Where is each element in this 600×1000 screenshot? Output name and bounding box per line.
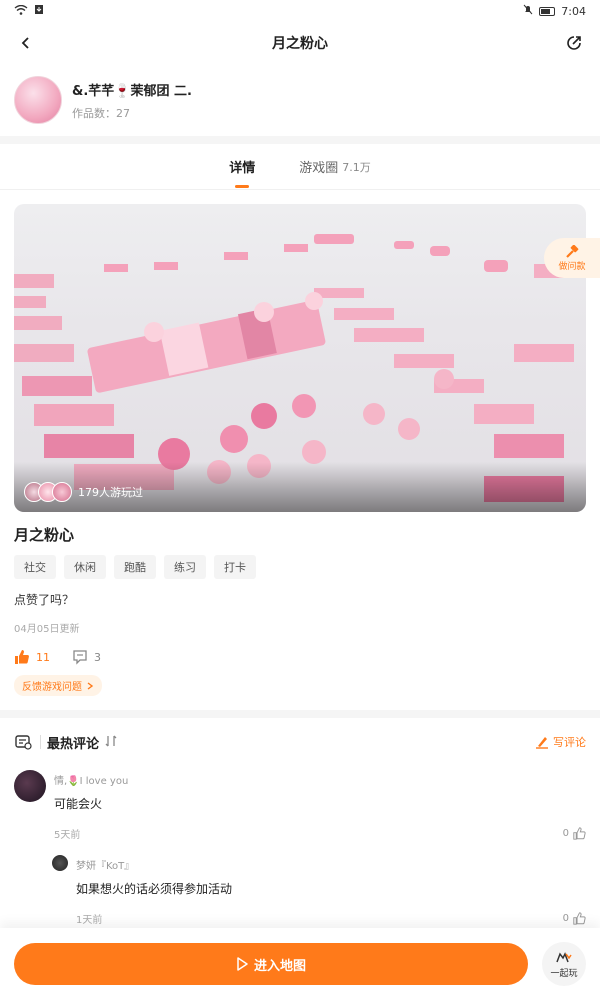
comments-header: 最热评论 写评论	[0, 718, 600, 766]
update-date: 04月05日更新	[14, 624, 80, 635]
reply-text: 如果想火的话必须得参加活动	[76, 882, 233, 896]
back-button[interactable]	[14, 31, 38, 55]
tag-list: 社交 休闲 跑酷 练习 打卡	[14, 555, 586, 579]
author-name: &.芊芊🍷茉郁团 二.	[72, 83, 192, 99]
author-avatar[interactable]	[14, 76, 62, 124]
hands-icon	[556, 951, 572, 962]
status-time: 7:04	[561, 4, 586, 18]
comment-like-button[interactable]: 0	[563, 827, 586, 840]
like-button[interactable]: 11	[14, 649, 50, 665]
hammer-icon	[566, 244, 579, 258]
thumbs-up-outline-icon	[573, 912, 586, 925]
wifi-icon	[14, 4, 28, 18]
comment-icon	[73, 650, 87, 665]
enter-map-label: 进入地图	[253, 958, 306, 974]
game-title: 月之粉心	[14, 526, 75, 544]
play-together-button[interactable]: 一起玩	[542, 942, 586, 986]
write-comment-label: 写评论	[553, 736, 586, 749]
page-title: 月之粉心	[272, 36, 328, 52]
tab-details-label: 详情	[229, 161, 256, 176]
game-description: 点赞了吗？	[14, 593, 75, 607]
comment-button[interactable]: 3	[72, 649, 101, 665]
reply-time: 1天前	[76, 915, 103, 926]
tag-item[interactable]: 打卡	[214, 555, 256, 579]
comments-list-icon	[15, 735, 32, 750]
comments-title: 最热评论	[47, 736, 100, 752]
game-cover-image[interactable]: 179人游玩过	[14, 204, 586, 512]
tag-item[interactable]: 社交	[14, 555, 56, 579]
replier-name[interactable]: 梦妍『KoT』	[76, 857, 586, 872]
download-icon	[34, 4, 44, 18]
tag-item[interactable]: 练习	[164, 555, 206, 579]
tab-details[interactable]: 详情	[229, 144, 255, 190]
tag-item[interactable]: 休闲	[64, 555, 106, 579]
reply-like-button[interactable]: 0	[563, 912, 586, 925]
feedback-button[interactable]: 反馈游戏问题	[14, 675, 102, 696]
share-icon	[567, 36, 581, 50]
status-bar: 7:04	[0, 0, 600, 22]
back-arrow-icon	[21, 37, 29, 49]
like-count: 11	[36, 650, 50, 664]
tab-game-circle[interactable]: 游戏圈 7.1万	[299, 144, 371, 190]
author-card[interactable]: &.芊芊🍷茉郁团 二. 作品数：27	[0, 64, 600, 144]
reply-item: 梦妍『KoT』 如果想火的话必须得参加活动 1天前 0	[0, 841, 600, 926]
pen-icon	[536, 737, 548, 749]
bottom-action-bar: 进入地图 一起玩	[0, 928, 600, 1000]
thumbs-up-outline-icon	[573, 827, 586, 840]
help-float-label: 做问款	[558, 261, 586, 272]
player-avatar	[52, 482, 72, 502]
enter-map-button[interactable]: 进入地图	[14, 943, 528, 985]
section-divider	[0, 710, 600, 718]
tag-item[interactable]: 跑酷	[114, 555, 156, 579]
players-summary: 179人游玩过	[24, 482, 143, 502]
header-divider	[40, 735, 41, 749]
comment-time: 5天前	[54, 830, 81, 841]
commenter-name[interactable]: 情,🌷I love you	[54, 772, 586, 787]
commenter-avatar[interactable]	[14, 770, 46, 802]
write-comment-button[interactable]: 写评论	[535, 734, 586, 750]
chevron-right-icon	[87, 681, 94, 690]
tab-game-circle-count: 7.1万	[342, 160, 371, 174]
comment-count: 3	[94, 650, 101, 664]
replier-avatar[interactable]	[52, 855, 68, 871]
feedback-label: 反馈游戏问题	[22, 682, 82, 693]
top-bar: 月之粉心	[0, 22, 600, 64]
comment-text: 可能会火	[54, 797, 103, 811]
play-together-label: 一起玩	[550, 968, 578, 979]
sort-button[interactable]	[105, 735, 117, 750]
reply-like-count: 0	[562, 913, 569, 924]
share-button[interactable]	[562, 31, 586, 55]
action-row: 11 3	[14, 649, 586, 665]
players-count-text: 179人游玩过	[78, 486, 143, 499]
tab-bar: 详情 游戏圈 7.1万	[0, 144, 600, 190]
mute-icon	[523, 4, 533, 18]
comment-item: 情,🌷I love you 可能会火 5天前 0	[0, 766, 600, 841]
help-float-button[interactable]: 做问款	[544, 238, 600, 278]
tab-game-circle-label: 游戏圈	[299, 161, 339, 176]
play-icon	[237, 957, 248, 971]
author-works-count: 作品数：27	[72, 106, 130, 120]
sort-icon	[105, 735, 117, 746]
thumbs-up-icon	[15, 650, 29, 664]
battery-icon	[539, 6, 556, 16]
comment-like-count: 0	[562, 828, 569, 839]
